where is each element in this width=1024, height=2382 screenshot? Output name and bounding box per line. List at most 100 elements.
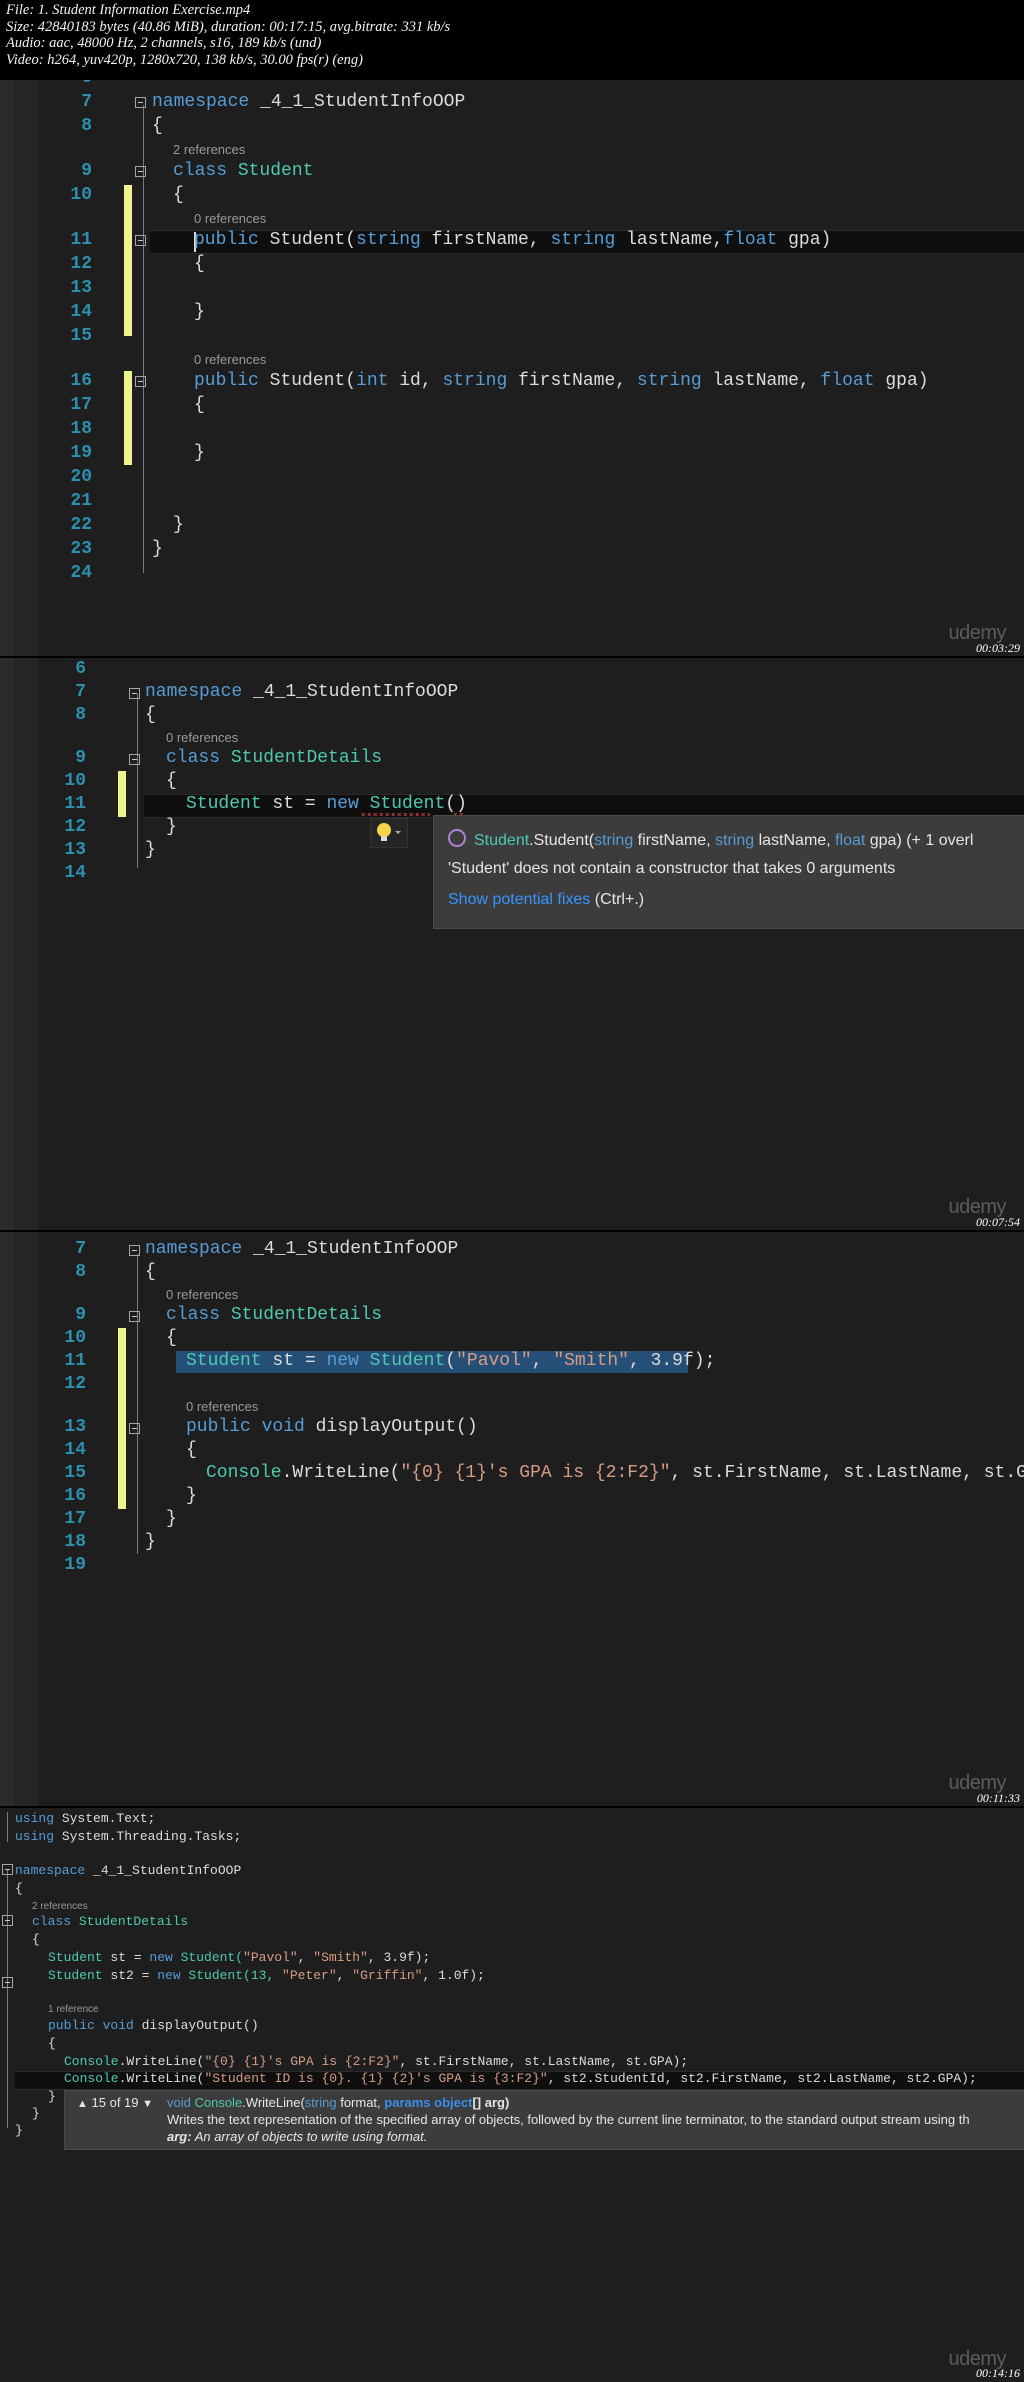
code-line[interactable]: Console.WriteLine("Student ID is {0}. {1… — [64, 2071, 977, 2086]
code-line[interactable]: { — [145, 1262, 156, 1282]
video-info: Video: h264, yuv420p, 1280x720, 138 kb/s… — [6, 51, 363, 68]
collapse-toggle[interactable] — [135, 376, 146, 387]
collapse-toggle[interactable] — [129, 1245, 140, 1256]
codelens-references[interactable]: 2 references — [32, 1901, 88, 1912]
line-number: 9 — [81, 161, 92, 181]
code-line[interactable]: namespace _4_1_StudentInfoOOP — [145, 682, 458, 702]
line-number: 6 — [36, 80, 92, 88]
next-overload-button[interactable]: ▼ — [142, 2098, 153, 2110]
code-line[interactable]: { — [173, 185, 184, 205]
line-number: 7 — [81, 92, 92, 112]
code-line[interactable]: { — [145, 705, 156, 725]
code-line[interactable]: } — [173, 515, 184, 535]
previous-overload-button[interactable]: ▲ — [77, 2098, 88, 2110]
line-number: 18 — [64, 1532, 86, 1552]
line-number: 11 — [70, 230, 92, 250]
code-line[interactable]: } — [186, 1486, 197, 1506]
code-line[interactable]: Student st2 = new Student(13, "Peter", "… — [48, 1968, 485, 1983]
keyword: public — [186, 1417, 251, 1437]
line-number: 9 — [75, 748, 86, 768]
code-line[interactable]: } — [152, 539, 163, 559]
brace: } — [194, 302, 205, 322]
code-line[interactable]: } — [166, 1509, 177, 1529]
code-line[interactable]: using System.Text; — [15, 1811, 155, 1826]
line-number: 17 — [70, 395, 92, 415]
type-name: Console — [64, 2054, 119, 2069]
line-number: 13 — [64, 1417, 86, 1437]
code-line[interactable]: using System.Threading.Tasks; — [15, 1829, 241, 1844]
parameter-description: An array of objects to write using forma… — [191, 2129, 428, 2144]
code-line[interactable]: Console.WriteLine("{0} {1}'s GPA is {2:F… — [206, 1463, 1024, 1483]
parameter: gpa) (+ 1 overl — [865, 832, 974, 849]
code-line[interactable]: } — [48, 2089, 56, 2104]
line-number: 15 — [70, 326, 92, 346]
code-line[interactable]: class StudentDetails — [166, 748, 382, 768]
code-line[interactable]: } — [145, 1532, 156, 1552]
identifier: st = — [261, 1351, 327, 1371]
code-line[interactable]: } — [166, 817, 177, 837]
code-line[interactable]: Student st = new Student() — [186, 794, 467, 814]
code-line[interactable]: class StudentDetails — [166, 1305, 382, 1325]
codelens-references[interactable]: 0 references — [166, 1287, 238, 1302]
code-line[interactable]: { — [15, 1881, 23, 1896]
codelens-references[interactable]: 1 reference — [48, 2004, 99, 2015]
signature-type: Student — [474, 832, 530, 849]
code-line[interactable]: public void displayOutput() — [48, 2018, 259, 2033]
keyword: using — [15, 1811, 55, 1826]
collapse-toggle[interactable] — [129, 754, 140, 765]
codelens-references[interactable]: 0 references — [186, 1399, 258, 1414]
collapse-toggle[interactable] — [2, 1977, 13, 1988]
collapse-toggle[interactable] — [135, 97, 146, 108]
code-line[interactable]: { — [48, 2036, 56, 2051]
quick-actions-button[interactable] — [370, 818, 408, 848]
collapse-toggle[interactable] — [135, 166, 146, 177]
show-potential-fixes-link[interactable]: Show potential fixes — [448, 891, 590, 908]
keyword: string — [715, 832, 755, 849]
codelens-references[interactable]: 2 references — [173, 142, 245, 157]
code-line[interactable]: { — [152, 116, 163, 136]
code-line[interactable]: public void displayOutput() — [186, 1417, 478, 1437]
line-number: 14 — [64, 1440, 86, 1460]
code-line[interactable]: class Student — [173, 161, 313, 181]
line-number: 11 — [64, 794, 86, 814]
line-number: 12 — [70, 254, 92, 274]
code-line[interactable]: Student st = new Student("Pavol", "Smith… — [48, 1950, 430, 1965]
line-number: 8 — [81, 116, 92, 136]
code-line[interactable]: namespace _4_1_StudentInfoOOP — [15, 1863, 241, 1878]
method-call: .WriteLine( — [281, 1463, 401, 1483]
keyword: void — [250, 1417, 305, 1437]
codelens-references[interactable]: 0 references — [194, 211, 266, 226]
code-line[interactable]: } — [145, 840, 156, 860]
code-line[interactable]: Student st = new Student("Pavol", "Smith… — [186, 1351, 715, 1371]
video-timestamp: 00:03:29 — [976, 641, 1020, 655]
codelens-references[interactable]: 0 references — [194, 352, 266, 367]
collapse-toggle[interactable] — [129, 688, 140, 699]
code-line[interactable]: } — [15, 2123, 23, 2138]
keyword: class — [173, 161, 228, 181]
code-line[interactable]: public Student(int id, string firstName,… — [194, 371, 929, 391]
type-name: Student( — [172, 1950, 244, 1965]
collapse-toggle[interactable] — [135, 235, 146, 246]
identifier: st2 = — [102, 1968, 158, 1983]
code-line[interactable]: namespace _4_1_StudentInfoOOP — [145, 1239, 458, 1259]
code-line[interactable]: { — [194, 395, 205, 415]
code-line[interactable]: namespace _4_1_StudentInfoOOP — [152, 92, 465, 112]
code-line[interactable]: public Student(string firstName, string … — [194, 230, 831, 250]
code-line[interactable]: } — [194, 302, 205, 322]
collapse-toggle[interactable] — [129, 1311, 140, 1322]
code-line[interactable]: { — [166, 771, 177, 791]
code-line[interactable]: { — [186, 1440, 197, 1460]
code-line[interactable]: class StudentDetails — [32, 1914, 188, 1929]
codelens-references[interactable]: 0 references — [166, 730, 238, 745]
collapse-toggle[interactable] — [2, 1864, 13, 1875]
code-line[interactable]: Console.WriteLine("{0} {1}'s GPA is {2:F… — [64, 2054, 688, 2069]
collapse-toggle[interactable] — [129, 1423, 140, 1434]
string-literal: "Griffin" — [352, 1968, 423, 1983]
line-number: 24 — [70, 563, 92, 583]
code-line[interactable]: { — [166, 1328, 177, 1348]
code-line[interactable]: } — [194, 443, 205, 463]
code-line[interactable]: { — [32, 1932, 40, 1947]
collapse-toggle[interactable] — [2, 1915, 13, 1926]
code-line[interactable]: { — [194, 254, 205, 274]
code-line[interactable]: } — [32, 2106, 40, 2121]
